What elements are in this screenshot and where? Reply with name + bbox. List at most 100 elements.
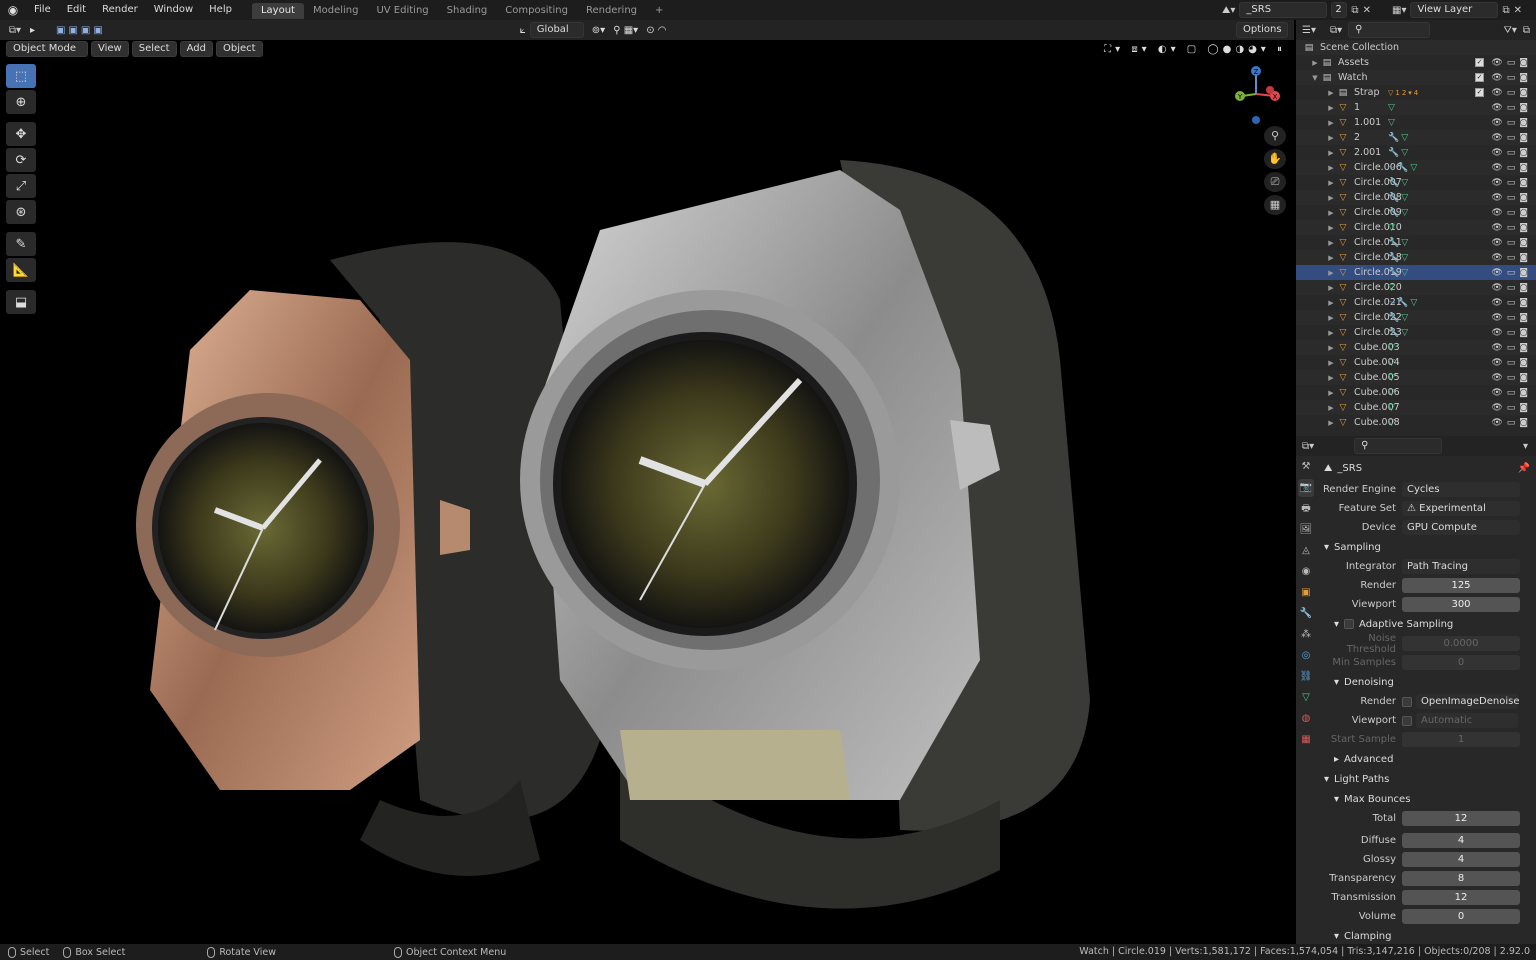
view-layer-tab-icon[interactable]: 🖼 xyxy=(1298,521,1314,539)
expand-arrow-icon[interactable]: ▶ xyxy=(1326,134,1336,142)
expand-arrow-icon[interactable]: ▶ xyxy=(1326,359,1336,367)
expand-arrow-icon[interactable]: ▶ xyxy=(1326,404,1336,412)
outliner-row[interactable]: ▶ ▽ 1.001 ▽ 👁▭◙ xyxy=(1296,115,1536,130)
visibility-toggles[interactable]: 👁▭◙ xyxy=(1491,178,1532,188)
scene-users-count[interactable]: 2 xyxy=(1331,2,1348,18)
options-dropdown[interactable]: Options xyxy=(1236,22,1288,38)
delete-view-layer-icon[interactable]: ✕ xyxy=(1514,5,1522,16)
properties-editor-type-icon[interactable]: ⧉▾ xyxy=(1302,441,1314,452)
outliner-row[interactable]: ▶ ▽ Circle.022 🔧▽ 👁▭◙ xyxy=(1296,310,1536,325)
mode-dropdown[interactable]: Object Mode xyxy=(6,41,88,57)
pivot-point-icon[interactable]: ⊚▾ xyxy=(592,25,605,36)
tab-modeling[interactable]: Modeling xyxy=(304,3,368,19)
expand-arrow-icon[interactable]: ▶ xyxy=(1326,89,1336,97)
new-collection-icon[interactable]: ⧉ xyxy=(1523,25,1530,36)
expand-arrow-icon[interactable]: ▶ xyxy=(1326,374,1336,382)
outliner-row[interactable]: ▶ ▽ Circle.009 🔧▽ 👁▭◙ xyxy=(1296,205,1536,220)
tab-uv-editing[interactable]: UV Editing xyxy=(367,3,437,19)
visibility-toggles[interactable]: 👁▭◙ xyxy=(1491,298,1532,308)
tab-compositing[interactable]: Compositing xyxy=(496,3,577,19)
visibility-toggles[interactable]: 👁▭◙ xyxy=(1491,133,1532,143)
add-workspace-button[interactable]: + xyxy=(646,3,672,19)
particles-tab-icon[interactable]: ⁂ xyxy=(1298,626,1314,644)
scene-tab-icon[interactable]: ◬ xyxy=(1298,542,1314,560)
select-tool-icon[interactable]: ▸ xyxy=(30,25,46,36)
visibility-toggles[interactable]: 👁▭◙ xyxy=(1491,328,1532,338)
zoom-view-icon[interactable]: ⚲ xyxy=(1264,126,1286,146)
outliner-row[interactable]: ▶ ▽ Circle.011 🔧▽ 👁▭◙ xyxy=(1296,235,1536,250)
render-tab-icon[interactable]: 📷 xyxy=(1298,479,1314,497)
new-scene-icon[interactable]: ⧉ xyxy=(1351,5,1358,16)
outliner-row[interactable]: ▶ ▽ Circle.021 ⤳🔧▽ 👁▭◙ xyxy=(1296,295,1536,310)
measure-tool-icon[interactable]: 📐 xyxy=(6,258,36,282)
outliner-row[interactable]: ▶ ▽ Circle.006 ⤳🔧▽ 👁▭◙ xyxy=(1296,160,1536,175)
exclude-checkbox[interactable]: ✓ xyxy=(1475,88,1484,97)
visibility-toggles[interactable]: 👁▭◙ xyxy=(1491,73,1532,83)
neg-z-axis-icon[interactable] xyxy=(1252,116,1260,124)
menu-object[interactable]: Object xyxy=(215,41,263,57)
visibility-toggles[interactable]: 👁▭◙ xyxy=(1491,88,1532,98)
delete-scene-icon[interactable]: ✕ xyxy=(1363,5,1371,16)
outliner-row[interactable]: ▶ ▽ Cube.004 ▽ 👁▭◙ xyxy=(1296,355,1536,370)
camera-view-icon[interactable]: ⎚ xyxy=(1264,172,1286,192)
light-paths-header[interactable]: ▾ Light Paths xyxy=(1318,769,1534,789)
outliner-editor-type-icon[interactable]: ☰▾ xyxy=(1302,25,1316,36)
expand-arrow-icon[interactable]: ▶ xyxy=(1326,239,1336,247)
visibility-toggles[interactable]: 👁▭◙ xyxy=(1491,403,1532,413)
bounce-field[interactable]: 4 xyxy=(1402,833,1520,848)
exclude-checkbox[interactable]: ✓ xyxy=(1475,73,1484,82)
menu-view[interactable]: View xyxy=(91,41,129,57)
menu-add[interactable]: Add xyxy=(179,41,213,57)
expand-arrow-icon[interactable]: ▶ xyxy=(1326,329,1336,337)
tool-tab-icon[interactable]: ⚒ xyxy=(1298,458,1314,476)
outliner-row[interactable]: ▶ ▽ Cube.008 ▽ 👁▭◙ xyxy=(1296,415,1536,430)
outliner-row[interactable]: ▼ ▤ Watch 👁▭◙ ✓ xyxy=(1296,70,1536,85)
bounce-field[interactable]: 0 xyxy=(1402,909,1520,924)
new-view-layer-icon[interactable]: ⧉ xyxy=(1502,5,1509,16)
menu-select[interactable]: Select xyxy=(131,41,177,57)
visibility-toggles[interactable]: 👁▭◙ xyxy=(1491,208,1532,218)
ortho-toggle-icon[interactable]: ▦ xyxy=(1264,195,1286,215)
adaptive-sampling-checkbox[interactable] xyxy=(1344,619,1355,629)
outliner-row[interactable]: ▶ ▽ Circle.019 🔧▽ 👁▭◙ xyxy=(1296,265,1536,280)
expand-arrow-icon[interactable]: ▶ xyxy=(1326,314,1336,322)
menu-file[interactable]: File xyxy=(26,0,59,20)
outliner-row[interactable]: ▶ ▽ Circle.023 🔧▽ 👁▭◙ xyxy=(1296,325,1536,340)
noise-threshold-field[interactable]: 0.0000 xyxy=(1402,636,1520,651)
outliner-search-input[interactable]: ⚲ xyxy=(1348,22,1431,38)
tab-shading[interactable]: Shading xyxy=(438,3,497,19)
visibility-toggles[interactable]: 👁▭◙ xyxy=(1491,313,1532,323)
neg-x-axis-icon[interactable] xyxy=(1266,86,1274,94)
viewport-denoiser-dropdown[interactable]: Automatic xyxy=(1416,713,1518,728)
tab-rendering[interactable]: Rendering xyxy=(577,3,646,19)
min-samples-field[interactable]: 0 xyxy=(1402,655,1520,670)
outliner-row[interactable]: ▶ ▽ Circle.020 ▽ 👁▭◙ xyxy=(1296,280,1536,295)
material-tab-icon[interactable]: ◍ xyxy=(1298,710,1314,728)
feature-set-dropdown[interactable]: ⚠ Experimental xyxy=(1402,501,1520,516)
view-layer-field[interactable]: View Layer xyxy=(1410,2,1499,18)
expand-arrow-icon[interactable]: ▶ xyxy=(1326,284,1336,292)
expand-arrow-icon[interactable]: ▶ xyxy=(1326,419,1336,427)
cursor-tool-icon[interactable]: ⊕ xyxy=(6,90,36,114)
denoise-viewport-checkbox[interactable] xyxy=(1402,715,1412,726)
expand-arrow-icon[interactable]: ▶ xyxy=(1326,149,1336,157)
blender-logo-icon[interactable]: ◉ xyxy=(0,3,26,17)
editor-type-icon[interactable]: ⧉▾ xyxy=(0,25,30,36)
expand-arrow-icon[interactable]: ▶ xyxy=(1326,254,1336,262)
outliner-row[interactable]: ▶ ▤ Strap ▽12▾4 👁▭◙ ✓ xyxy=(1296,85,1536,100)
pan-view-icon[interactable]: ✋ xyxy=(1264,149,1286,169)
constraints-tab-icon[interactable]: ⛓ xyxy=(1298,668,1314,686)
menu-help[interactable]: Help xyxy=(201,0,240,20)
expand-arrow-icon[interactable]: ▶ xyxy=(1326,299,1336,307)
visibility-toggles[interactable]: 👁▭◙ xyxy=(1491,58,1532,68)
render-samples-field[interactable]: 125 xyxy=(1402,578,1520,593)
expand-arrow-icon[interactable]: ▶ xyxy=(1326,269,1336,277)
move-tool-icon[interactable]: ✥ xyxy=(6,122,36,146)
scene-collection-row[interactable]: ▤ Scene Collection xyxy=(1296,40,1536,55)
denoise-render-checkbox[interactable] xyxy=(1402,696,1412,707)
viewport-samples-field[interactable]: 300 xyxy=(1402,597,1520,612)
device-dropdown[interactable]: GPU Compute xyxy=(1402,520,1520,535)
bounce-field[interactable]: 12 xyxy=(1402,811,1520,826)
start-sample-field[interactable]: 1 xyxy=(1402,732,1520,747)
modifier-tab-icon[interactable]: 🔧 xyxy=(1298,605,1314,623)
